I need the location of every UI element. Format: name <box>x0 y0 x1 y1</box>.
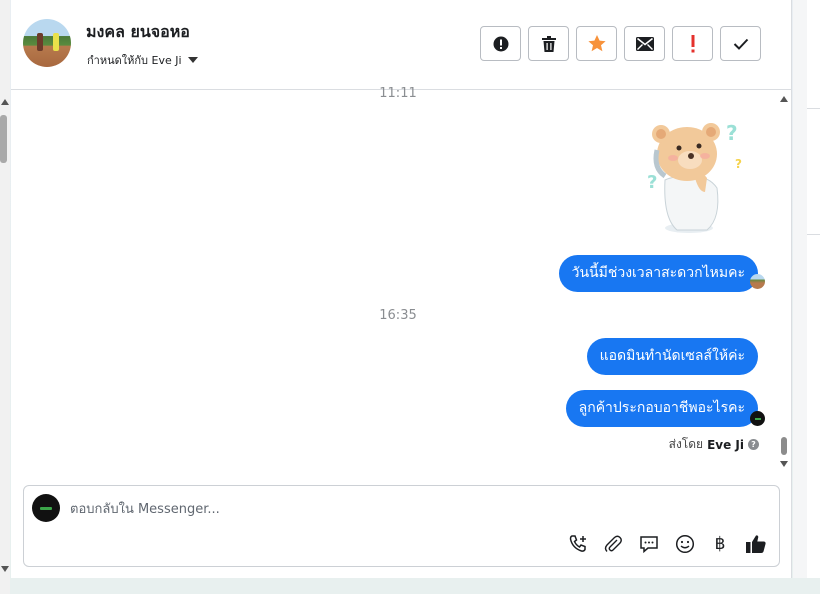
star-button[interactable] <box>576 26 617 61</box>
sent-by-name: Eve Ji <box>707 437 744 452</box>
scroll-up-arrow[interactable] <box>1 99 9 105</box>
svg-text:?: ? <box>735 157 742 171</box>
attachment-icon[interactable] <box>601 532 625 556</box>
help-icon[interactable]: ? <box>748 439 759 450</box>
check-icon <box>733 38 748 50</box>
side-gutter <box>793 0 807 578</box>
payment-icon[interactable]: ฿ <box>708 532 732 556</box>
saved-reply-icon[interactable] <box>637 532 661 556</box>
alert-circle-icon <box>493 36 508 51</box>
sticker-bear-icon[interactable]: ? ? ? <box>635 118 750 236</box>
sent-by-prefix: ส่งโดย <box>668 437 704 451</box>
page-avatar-small <box>750 411 765 426</box>
spam-button[interactable] <box>480 26 521 61</box>
scroll-thumb[interactable] <box>0 115 7 163</box>
assign-label: กำหนดให้กับ Eve Ji <box>87 54 182 67</box>
call-icon[interactable] <box>566 532 590 556</box>
scroll-thumb[interactable] <box>781 437 787 455</box>
scroll-up-arrow[interactable] <box>780 96 788 102</box>
timestamp: 16:35 <box>379 308 417 323</box>
star-icon <box>587 35 606 52</box>
side-panel-edge <box>807 0 820 578</box>
reply-input[interactable] <box>70 498 720 520</box>
delete-button[interactable] <box>528 26 569 61</box>
emoji-icon[interactable] <box>673 532 697 556</box>
page-avatar <box>32 494 60 522</box>
message-bubble[interactable]: วันนี้มีช่วงเวลาสะดวกไหมคะ <box>558 255 758 292</box>
scroll-down-arrow[interactable] <box>1 566 9 572</box>
message-bubble[interactable]: ลูกค้าประกอบอาชีพอะไรคะ <box>565 390 758 427</box>
svg-text:?: ? <box>647 172 657 193</box>
page-scrollbar[interactable] <box>0 0 10 594</box>
exclamation-icon <box>691 34 694 52</box>
message-bubble[interactable]: แอดมินทำนัดเซลส์ให้ค่ะ <box>586 338 758 375</box>
scroll-down-arrow[interactable] <box>780 461 788 467</box>
contact-avatar[interactable] <box>23 19 71 67</box>
message-list: 11:11 ? ? ? วันนี้มีช่วงเวลาสะดวกไหมคะ 1… <box>11 86 792 474</box>
conversation-header: มงคล ยนจอหอ กำหนดให้กับ Eve Ji <box>11 0 792 90</box>
conversation-panel: มงคล ยนจอหอ กำหนดให้กับ Eve Ji 11:11 ? ?… <box>11 0 792 578</box>
caret-down-icon <box>187 57 198 63</box>
trash-icon <box>541 35 556 52</box>
mark-important-button[interactable] <box>672 26 713 61</box>
svg-text:?: ? <box>726 121 738 145</box>
reply-composer: ฿ <box>23 485 780 567</box>
assign-dropdown[interactable]: กำหนดให้กับ Eve Ji <box>87 51 198 69</box>
sent-by-label: ส่งโดย Eve Ji ? <box>669 435 759 454</box>
message-scrollbar[interactable] <box>779 95 789 469</box>
mark-done-button[interactable] <box>720 26 761 61</box>
thumbs-up-icon[interactable] <box>744 532 768 556</box>
mark-unread-button[interactable] <box>624 26 665 61</box>
contact-name[interactable]: มงคล ยนจอหอ <box>86 20 190 45</box>
timestamp: 11:11 <box>379 86 417 101</box>
contact-avatar-small <box>750 274 765 289</box>
envelope-icon <box>635 36 654 51</box>
